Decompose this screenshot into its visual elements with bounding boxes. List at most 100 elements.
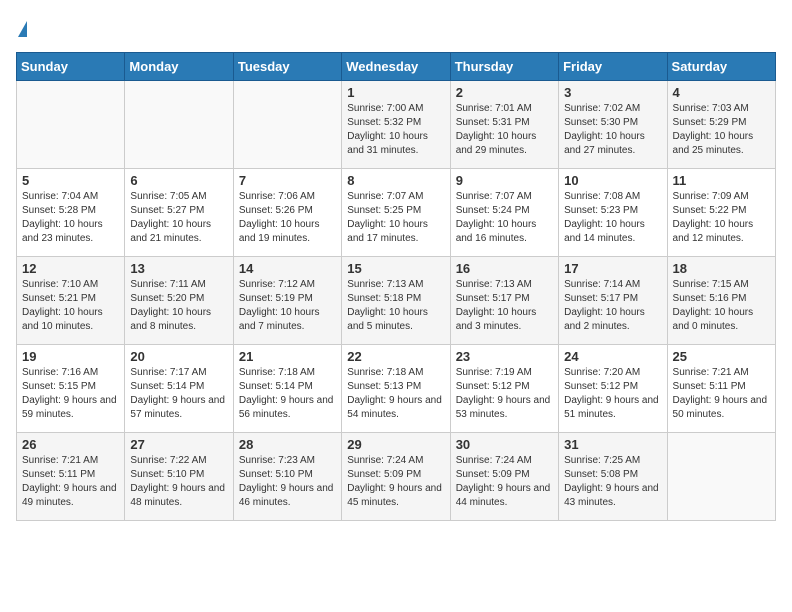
day-info: Sunrise: 7:23 AMSunset: 5:10 PMDaylight:… — [239, 455, 334, 508]
calendar-week-row: 5 Sunrise: 7:04 AMSunset: 5:28 PMDayligh… — [17, 169, 776, 257]
calendar-cell: 18 Sunrise: 7:15 AMSunset: 5:16 PMDaylig… — [667, 257, 775, 345]
day-number: 5 — [22, 173, 119, 188]
day-number: 19 — [22, 349, 119, 364]
calendar-cell: 22 Sunrise: 7:18 AMSunset: 5:13 PMDaylig… — [342, 345, 450, 433]
day-number: 30 — [456, 437, 553, 452]
day-number: 25 — [673, 349, 770, 364]
calendar-week-row: 19 Sunrise: 7:16 AMSunset: 5:15 PMDaylig… — [17, 345, 776, 433]
calendar-week-row: 1 Sunrise: 7:00 AMSunset: 5:32 PMDayligh… — [17, 81, 776, 169]
day-info: Sunrise: 7:25 AMSunset: 5:08 PMDaylight:… — [564, 455, 659, 508]
day-info: Sunrise: 7:12 AMSunset: 5:19 PMDaylight:… — [239, 279, 320, 332]
day-info: Sunrise: 7:07 AMSunset: 5:24 PMDaylight:… — [456, 191, 537, 244]
weekday-header: Friday — [559, 53, 667, 81]
calendar-cell: 12 Sunrise: 7:10 AMSunset: 5:21 PMDaylig… — [17, 257, 125, 345]
day-info: Sunrise: 7:14 AMSunset: 5:17 PMDaylight:… — [564, 279, 645, 332]
day-info: Sunrise: 7:07 AMSunset: 5:25 PMDaylight:… — [347, 191, 428, 244]
day-number: 15 — [347, 261, 444, 276]
calendar-cell: 1 Sunrise: 7:00 AMSunset: 5:32 PMDayligh… — [342, 81, 450, 169]
day-number: 26 — [22, 437, 119, 452]
calendar-header-row: SundayMondayTuesdayWednesdayThursdayFrid… — [17, 53, 776, 81]
day-number: 2 — [456, 85, 553, 100]
day-info: Sunrise: 7:16 AMSunset: 5:15 PMDaylight:… — [22, 367, 117, 420]
calendar-cell — [125, 81, 233, 169]
calendar-table: SundayMondayTuesdayWednesdayThursdayFrid… — [16, 52, 776, 521]
day-info: Sunrise: 7:21 AMSunset: 5:11 PMDaylight:… — [22, 455, 117, 508]
day-number: 16 — [456, 261, 553, 276]
day-info: Sunrise: 7:04 AMSunset: 5:28 PMDaylight:… — [22, 191, 103, 244]
calendar-cell: 24 Sunrise: 7:20 AMSunset: 5:12 PMDaylig… — [559, 345, 667, 433]
day-number: 20 — [130, 349, 227, 364]
weekday-header: Sunday — [17, 53, 125, 81]
day-info: Sunrise: 7:03 AMSunset: 5:29 PMDaylight:… — [673, 103, 754, 156]
calendar-cell: 20 Sunrise: 7:17 AMSunset: 5:14 PMDaylig… — [125, 345, 233, 433]
day-number: 9 — [456, 173, 553, 188]
calendar-cell: 5 Sunrise: 7:04 AMSunset: 5:28 PMDayligh… — [17, 169, 125, 257]
day-number: 18 — [673, 261, 770, 276]
day-number: 27 — [130, 437, 227, 452]
calendar-cell: 11 Sunrise: 7:09 AMSunset: 5:22 PMDaylig… — [667, 169, 775, 257]
calendar-cell: 3 Sunrise: 7:02 AMSunset: 5:30 PMDayligh… — [559, 81, 667, 169]
day-info: Sunrise: 7:08 AMSunset: 5:23 PMDaylight:… — [564, 191, 645, 244]
weekday-header: Saturday — [667, 53, 775, 81]
day-info: Sunrise: 7:22 AMSunset: 5:10 PMDaylight:… — [130, 455, 225, 508]
calendar-cell: 10 Sunrise: 7:08 AMSunset: 5:23 PMDaylig… — [559, 169, 667, 257]
day-info: Sunrise: 7:00 AMSunset: 5:32 PMDaylight:… — [347, 103, 428, 156]
calendar-cell: 27 Sunrise: 7:22 AMSunset: 5:10 PMDaylig… — [125, 433, 233, 521]
calendar-cell: 31 Sunrise: 7:25 AMSunset: 5:08 PMDaylig… — [559, 433, 667, 521]
day-info: Sunrise: 7:17 AMSunset: 5:14 PMDaylight:… — [130, 367, 225, 420]
day-number: 12 — [22, 261, 119, 276]
calendar-cell: 30 Sunrise: 7:24 AMSunset: 5:09 PMDaylig… — [450, 433, 558, 521]
calendar-cell: 9 Sunrise: 7:07 AMSunset: 5:24 PMDayligh… — [450, 169, 558, 257]
day-info: Sunrise: 7:01 AMSunset: 5:31 PMDaylight:… — [456, 103, 537, 156]
calendar-cell: 23 Sunrise: 7:19 AMSunset: 5:12 PMDaylig… — [450, 345, 558, 433]
calendar-cell: 17 Sunrise: 7:14 AMSunset: 5:17 PMDaylig… — [559, 257, 667, 345]
day-number: 8 — [347, 173, 444, 188]
calendar-cell: 29 Sunrise: 7:24 AMSunset: 5:09 PMDaylig… — [342, 433, 450, 521]
day-number: 24 — [564, 349, 661, 364]
day-number: 17 — [564, 261, 661, 276]
day-info: Sunrise: 7:05 AMSunset: 5:27 PMDaylight:… — [130, 191, 211, 244]
day-number: 4 — [673, 85, 770, 100]
page-header — [16, 16, 776, 40]
calendar-cell: 26 Sunrise: 7:21 AMSunset: 5:11 PMDaylig… — [17, 433, 125, 521]
calendar-cell: 4 Sunrise: 7:03 AMSunset: 5:29 PMDayligh… — [667, 81, 775, 169]
day-number: 13 — [130, 261, 227, 276]
day-info: Sunrise: 7:18 AMSunset: 5:13 PMDaylight:… — [347, 367, 442, 420]
day-number: 1 — [347, 85, 444, 100]
weekday-header: Thursday — [450, 53, 558, 81]
calendar-cell: 21 Sunrise: 7:18 AMSunset: 5:14 PMDaylig… — [233, 345, 341, 433]
day-number: 14 — [239, 261, 336, 276]
day-info: Sunrise: 7:21 AMSunset: 5:11 PMDaylight:… — [673, 367, 768, 420]
day-info: Sunrise: 7:18 AMSunset: 5:14 PMDaylight:… — [239, 367, 334, 420]
weekday-header: Wednesday — [342, 53, 450, 81]
day-number: 23 — [456, 349, 553, 364]
calendar-week-row: 26 Sunrise: 7:21 AMSunset: 5:11 PMDaylig… — [17, 433, 776, 521]
day-info: Sunrise: 7:15 AMSunset: 5:16 PMDaylight:… — [673, 279, 754, 332]
calendar-cell: 2 Sunrise: 7:01 AMSunset: 5:31 PMDayligh… — [450, 81, 558, 169]
calendar-cell — [667, 433, 775, 521]
weekday-header: Monday — [125, 53, 233, 81]
day-number: 6 — [130, 173, 227, 188]
weekday-header: Tuesday — [233, 53, 341, 81]
day-number: 3 — [564, 85, 661, 100]
calendar-cell: 25 Sunrise: 7:21 AMSunset: 5:11 PMDaylig… — [667, 345, 775, 433]
day-info: Sunrise: 7:24 AMSunset: 5:09 PMDaylight:… — [347, 455, 442, 508]
day-info: Sunrise: 7:19 AMSunset: 5:12 PMDaylight:… — [456, 367, 551, 420]
day-info: Sunrise: 7:09 AMSunset: 5:22 PMDaylight:… — [673, 191, 754, 244]
logo — [16, 16, 27, 40]
day-info: Sunrise: 7:24 AMSunset: 5:09 PMDaylight:… — [456, 455, 551, 508]
calendar-cell: 19 Sunrise: 7:16 AMSunset: 5:15 PMDaylig… — [17, 345, 125, 433]
calendar-cell — [17, 81, 125, 169]
calendar-cell: 7 Sunrise: 7:06 AMSunset: 5:26 PMDayligh… — [233, 169, 341, 257]
day-number: 28 — [239, 437, 336, 452]
calendar-week-row: 12 Sunrise: 7:10 AMSunset: 5:21 PMDaylig… — [17, 257, 776, 345]
calendar-cell: 16 Sunrise: 7:13 AMSunset: 5:17 PMDaylig… — [450, 257, 558, 345]
day-info: Sunrise: 7:10 AMSunset: 5:21 PMDaylight:… — [22, 279, 103, 332]
logo-triangle — [18, 21, 27, 37]
day-info: Sunrise: 7:13 AMSunset: 5:18 PMDaylight:… — [347, 279, 428, 332]
day-info: Sunrise: 7:13 AMSunset: 5:17 PMDaylight:… — [456, 279, 537, 332]
day-info: Sunrise: 7:06 AMSunset: 5:26 PMDaylight:… — [239, 191, 320, 244]
day-number: 29 — [347, 437, 444, 452]
calendar-cell: 28 Sunrise: 7:23 AMSunset: 5:10 PMDaylig… — [233, 433, 341, 521]
calendar-cell: 6 Sunrise: 7:05 AMSunset: 5:27 PMDayligh… — [125, 169, 233, 257]
